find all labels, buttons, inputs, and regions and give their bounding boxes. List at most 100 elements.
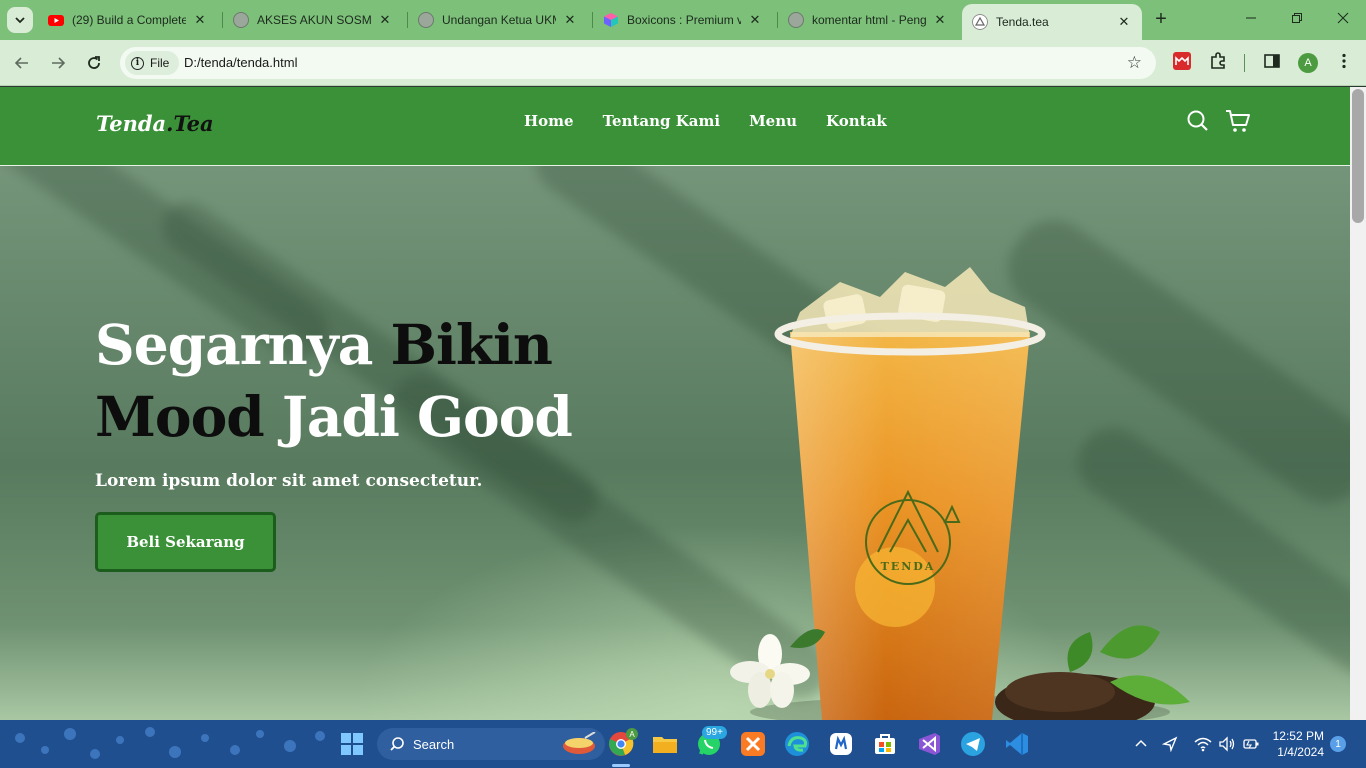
- youtube-icon: [48, 15, 64, 26]
- nav-link-home[interactable]: Home: [524, 112, 574, 130]
- chevron-down-icon: [15, 17, 25, 24]
- new-tab-button[interactable]: +: [1150, 9, 1172, 31]
- tab-title: komentar html - Peng: [812, 13, 926, 27]
- logo-main: Tenda: [96, 111, 167, 136]
- site-navbar: Tenda.Tea Home Tentang Kami Menu Kontak: [0, 87, 1350, 166]
- taskbar-search[interactable]: Search: [377, 728, 605, 760]
- tab-search-button[interactable]: [7, 7, 33, 33]
- url-text[interactable]: D:/tenda/tenda.html: [184, 55, 297, 70]
- scrollbar-thumb[interactable]: [1352, 89, 1364, 223]
- volume-icon[interactable]: [1218, 736, 1236, 752]
- windows-taskbar: Search A 99+ 12:52 PM 1/4/2024 1: [0, 720, 1366, 768]
- location-icon[interactable]: [1162, 736, 1178, 752]
- profile-avatar[interactable]: A: [1298, 53, 1318, 73]
- microsoft-store-icon[interactable]: [871, 730, 899, 758]
- forward-button[interactable]: [46, 51, 70, 75]
- hero-word: Bikin: [390, 312, 553, 377]
- browser-tab[interactable]: (29) Build a Complete ✕: [38, 6, 218, 34]
- page-scrollbar[interactable]: [1350, 87, 1366, 720]
- arrow-right-icon: [52, 57, 66, 69]
- site-info-chip[interactable]: i File: [125, 51, 180, 75]
- restore-button[interactable]: [1274, 6, 1320, 34]
- close-tab-icon[interactable]: ✕: [377, 12, 393, 28]
- logo-suffix: .Tea: [166, 111, 214, 136]
- hero-word: Mood: [95, 384, 265, 449]
- tab-title: (29) Build a Complete: [72, 13, 186, 27]
- notification-badge[interactable]: 1: [1330, 736, 1346, 752]
- search-highlight-bowl-icon: [563, 732, 596, 754]
- globe-icon: [788, 12, 804, 28]
- toolbar-divider: [1244, 54, 1245, 72]
- close-tab-icon[interactable]: ✕: [932, 12, 948, 28]
- browser-tab-active[interactable]: Tenda.tea ✕: [962, 4, 1142, 40]
- webpage-viewport: Tenda.Tea Home Tentang Kami Menu Kontak …: [0, 87, 1350, 720]
- xampp-icon[interactable]: [739, 730, 767, 758]
- battery-icon[interactable]: [1242, 736, 1260, 752]
- minimize-button[interactable]: [1228, 6, 1274, 34]
- side-panel-icon[interactable]: [1263, 52, 1281, 70]
- browser-tab[interactable]: AKSES AKUN SOSMED ✕: [223, 6, 403, 34]
- tab-title: Boxicons : Premium v: [627, 13, 741, 27]
- edge-icon[interactable]: [783, 730, 811, 758]
- nav-link-tentang-kami[interactable]: Tentang Kami: [603, 112, 720, 130]
- browser-toolbar: i File D:/tenda/tenda.html ☆: [0, 40, 1366, 86]
- taskbar-clock[interactable]: 12:52 PM 1/4/2024: [1272, 728, 1324, 760]
- address-bar[interactable]: i File D:/tenda/tenda.html ☆: [120, 47, 1156, 79]
- tenda-icon: [972, 14, 988, 30]
- hero-title: Segarnya Bikin Mood Jadi Good: [95, 309, 573, 453]
- hero-word: Jadi Good: [281, 384, 573, 449]
- clock-time: 12:52 PM: [1272, 729, 1324, 743]
- more-menu-icon[interactable]: [1335, 52, 1353, 70]
- extension-red-icon[interactable]: [1173, 52, 1191, 70]
- buy-now-button[interactable]: Beli Sekarang: [95, 512, 276, 572]
- taskbar-search-label: Search: [413, 736, 455, 752]
- cart-icon[interactable]: [1225, 109, 1251, 133]
- boxicons-icon: [604, 13, 618, 27]
- close-icon: [1337, 12, 1349, 24]
- back-button[interactable]: [10, 51, 34, 75]
- close-tab-icon[interactable]: ✕: [747, 12, 763, 28]
- site-logo[interactable]: Tenda.Tea: [96, 111, 214, 136]
- browser-tab[interactable]: komentar html - Peng ✕: [778, 6, 958, 34]
- close-tab-icon[interactable]: ✕: [1116, 14, 1132, 30]
- browser-tab[interactable]: Undangan Ketua UKM ✕: [408, 6, 588, 34]
- browser-tabstrip: (29) Build a Complete ✕ AKSES AKUN SOSME…: [0, 0, 1366, 40]
- close-tab-icon[interactable]: ✕: [562, 12, 578, 28]
- close-tab-icon[interactable]: ✕: [192, 12, 208, 28]
- wifi-icon[interactable]: [1194, 736, 1212, 752]
- tab-title: AKSES AKUN SOSMED: [257, 13, 371, 27]
- extensions-puzzle-icon[interactable]: [1209, 52, 1227, 70]
- whatsapp-unread-badge: 99+: [702, 726, 727, 739]
- nav-link-kontak[interactable]: Kontak: [826, 112, 887, 130]
- info-icon: i: [131, 56, 144, 70]
- nav-link-menu[interactable]: Menu: [749, 112, 797, 130]
- iced-tea-cup-image: TENDA: [730, 267, 1190, 720]
- pinned-app-icon[interactable]: [827, 730, 855, 758]
- minimize-icon: [1246, 17, 1256, 19]
- chrome-profile-badge: A: [626, 728, 638, 740]
- hero-title-line-1: Segarnya Bikin: [95, 309, 572, 381]
- search-icon: [390, 737, 404, 751]
- tab-title: Undangan Ketua UKM: [442, 13, 556, 27]
- clock-date: 1/4/2024: [1277, 745, 1324, 759]
- show-hidden-icons-chevron-icon[interactable]: [1134, 737, 1148, 751]
- bookmark-star-icon[interactable]: ☆: [1127, 53, 1142, 73]
- windows-start-icon[interactable]: [338, 730, 366, 758]
- cup-brand-text: TENDA: [881, 560, 936, 573]
- browser-tab[interactable]: Boxicons : Premium v ✕: [593, 6, 773, 34]
- search-icon[interactable]: [1186, 109, 1210, 133]
- telegram-icon[interactable]: [959, 730, 987, 758]
- hero-word: Segarnya: [95, 312, 373, 377]
- tab-title: Tenda.tea: [996, 15, 1049, 29]
- active-app-indicator: [612, 764, 630, 767]
- visual-studio-icon[interactable]: [915, 730, 943, 758]
- taskbar-wallpaper-pattern: [15, 727, 325, 759]
- file-explorer-icon[interactable]: [651, 730, 679, 758]
- vscode-icon[interactable]: [1003, 730, 1031, 758]
- scheme-label: File: [150, 56, 170, 70]
- reload-button[interactable]: [82, 51, 106, 75]
- globe-icon: [233, 12, 249, 28]
- restore-icon: [1292, 13, 1302, 23]
- close-window-button[interactable]: [1320, 6, 1366, 34]
- site-nav-links: Home Tentang Kami Menu Kontak: [524, 112, 887, 130]
